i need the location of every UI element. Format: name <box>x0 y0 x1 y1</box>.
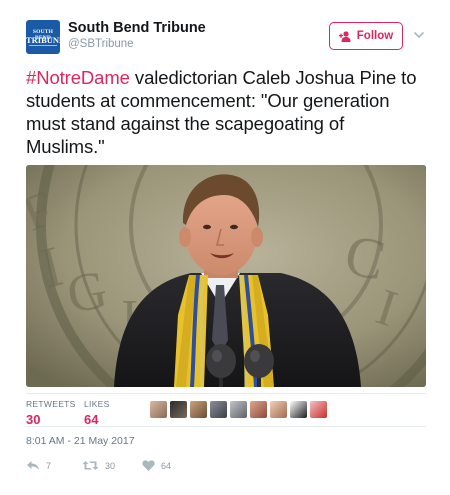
heart-icon <box>142 460 155 471</box>
retweet-icon <box>82 461 99 470</box>
account-handle[interactable]: @SBTribune <box>68 38 134 50</box>
liker-avatar[interactable] <box>210 401 227 418</box>
tweet-text: #NotreDame valedictorian Caleb Joshua Pi… <box>26 66 426 158</box>
retweets-value: 30 <box>26 412 41 427</box>
follow-button[interactable]: Follow <box>329 22 403 50</box>
speaker-photo: I G I C I F <box>26 165 426 387</box>
liker-avatar[interactable] <box>190 401 207 418</box>
reply-button[interactable]: 7 <box>26 460 51 471</box>
liker-avatar[interactable] <box>250 401 267 418</box>
chevron-down-icon[interactable] <box>413 30 425 40</box>
like-count: 64 <box>161 460 172 471</box>
avatar-divider <box>29 45 57 46</box>
like-button[interactable]: 64 <box>142 460 171 471</box>
retweet-count: 30 <box>105 460 116 471</box>
liker-avatar[interactable] <box>270 401 287 418</box>
divider-bottom <box>26 426 426 427</box>
avatar-text-line-2: TRIBUNE <box>26 35 60 45</box>
likes-stat[interactable]: LIKES 64 <box>84 399 110 427</box>
reply-count: 7 <box>46 460 52 471</box>
retweets-label: RETWEETS <box>26 399 76 409</box>
liker-avatar[interactable] <box>170 401 187 418</box>
follow-label: Follow <box>356 30 394 42</box>
likes-value: 64 <box>84 412 99 427</box>
retweet-button[interactable]: 30 <box>82 460 115 471</box>
account-avatar[interactable]: SOUTH BEND TRIBUNE <box>26 20 60 54</box>
liker-avatar[interactable] <box>310 401 327 418</box>
liker-avatar[interactable] <box>290 401 307 418</box>
retweets-stat[interactable]: RETWEETS 30 <box>26 399 76 427</box>
add-user-icon <box>338 30 351 42</box>
tweet-timestamp[interactable]: 8:01 AM - 21 May 2017 <box>26 435 135 447</box>
liker-avatar[interactable] <box>230 401 247 418</box>
hashtag-link[interactable]: #NotreDame <box>26 67 130 88</box>
liker-avatar[interactable] <box>150 401 167 418</box>
divider-top <box>26 393 426 394</box>
account-name[interactable]: South Bend Tribune <box>68 20 206 36</box>
likes-label: LIKES <box>84 399 110 409</box>
liker-avatars <box>150 401 327 418</box>
reply-icon <box>27 461 39 471</box>
tweet-photo[interactable]: I G I C I F <box>26 165 426 387</box>
